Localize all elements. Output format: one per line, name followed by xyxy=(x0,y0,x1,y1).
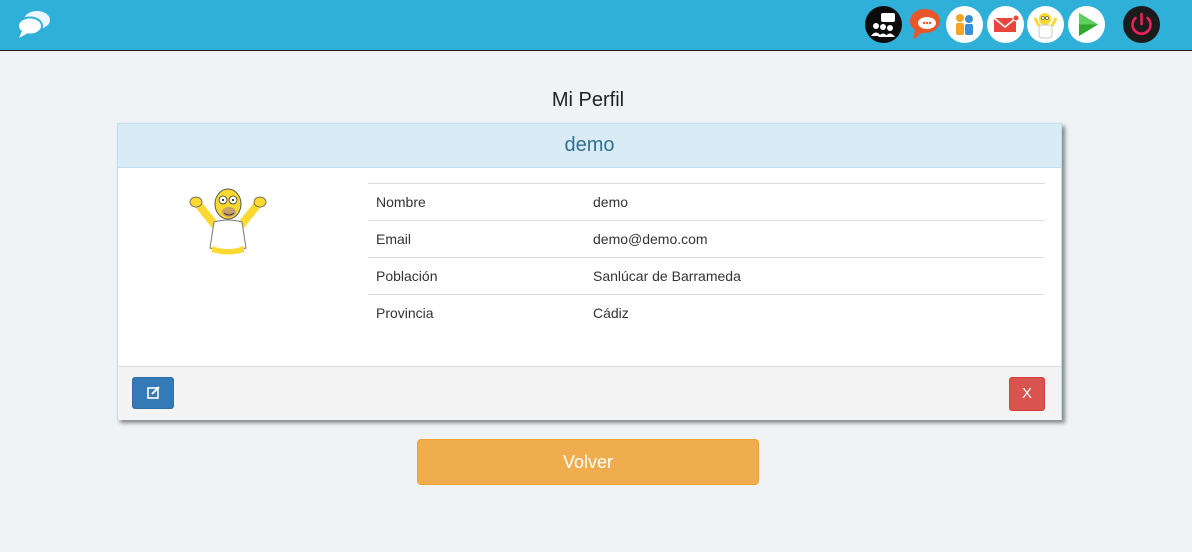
power-icon[interactable] xyxy=(1123,6,1160,43)
avatar-homer-icon[interactable] xyxy=(1027,6,1064,43)
field-value: demo xyxy=(585,183,1045,221)
field-label: Provincia xyxy=(368,294,585,331)
delete-profile-button[interactable]: X xyxy=(1009,377,1045,411)
profile-username: demo xyxy=(118,124,1061,168)
table-row: Email demo@demo.com xyxy=(368,220,1045,258)
field-value: demo@demo.com xyxy=(585,220,1045,258)
table-row: Provincia Cádiz xyxy=(368,294,1045,331)
messages-icon[interactable] xyxy=(907,6,944,43)
table-row: Nombre demo xyxy=(368,183,1045,221)
mail-icon[interactable] xyxy=(987,6,1024,43)
play-icon[interactable] xyxy=(1068,6,1105,43)
card-footer: X xyxy=(118,366,1061,420)
field-label: Población xyxy=(368,257,585,295)
contacts-icon[interactable] xyxy=(946,6,983,43)
chat-bubbles-logo-icon[interactable] xyxy=(16,9,52,41)
top-navbar xyxy=(0,0,1192,51)
field-value: Cádiz xyxy=(585,294,1045,331)
edit-icon xyxy=(147,386,160,399)
page-title: Mi Perfil xyxy=(551,89,625,111)
field-label: Nombre xyxy=(368,183,585,221)
profile-avatar-image xyxy=(189,188,267,255)
table-row: Población Sanlúcar de Barrameda xyxy=(368,257,1045,295)
profile-details-table: Nombre demo Email demo@demo.com Població… xyxy=(368,183,1045,331)
profile-card: demo Nombre demo Email demo@demo.com Pob… xyxy=(117,123,1062,420)
field-label: Email xyxy=(368,220,585,258)
group-chat-icon[interactable] xyxy=(865,6,902,43)
edit-profile-button[interactable] xyxy=(132,377,174,409)
field-value: Sanlúcar de Barrameda xyxy=(585,257,1045,295)
back-button[interactable]: Volver xyxy=(417,439,759,485)
